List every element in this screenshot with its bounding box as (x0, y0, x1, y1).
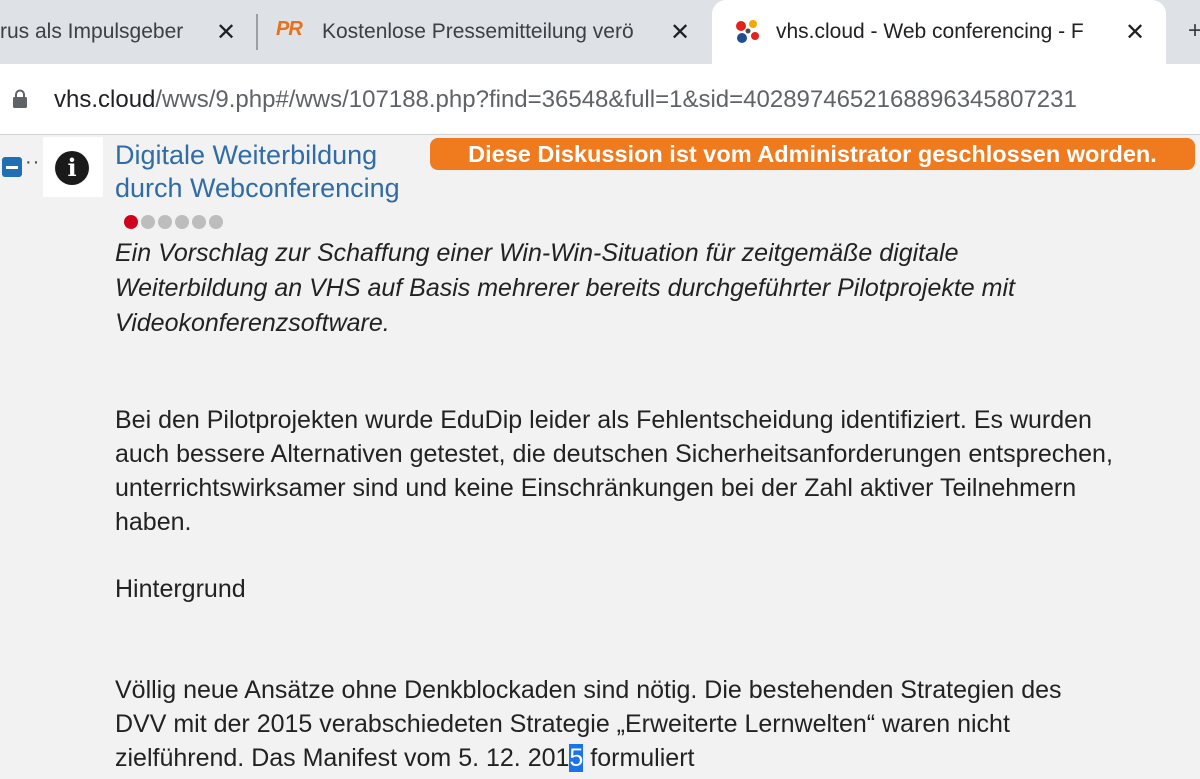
tab-pressemitteilung[interactable]: PR Kostenlose Pressemitteilung verö ✕ (260, 0, 710, 64)
rating-dot[interactable] (141, 215, 155, 229)
info-button[interactable]: i (43, 137, 103, 197)
close-tab-icon[interactable]: ✕ (211, 17, 241, 47)
discussion-title-link[interactable]: Digitale Weiterbildung durch Webconferen… (115, 139, 425, 205)
new-tab-icon[interactable]: + (1188, 17, 1200, 45)
rating-dot[interactable] (192, 215, 206, 229)
address-bar-row: vhs.cloud/wws/9.php#/wws/107188.php?find… (0, 64, 1200, 135)
tree-connector-dots: ·· (25, 151, 41, 173)
rating-dot-filled[interactable] (124, 215, 138, 229)
tab-impulsgeber[interactable]: rus als Impulsgeber ✕ (0, 0, 255, 64)
close-tab-icon[interactable]: ✕ (665, 17, 695, 47)
page-content: ·· i Digitale Weiterbildung durch Webcon… (0, 135, 1200, 779)
paragraph-pilotprojekte: Bei den Pilotprojekten wurde EduDip leid… (115, 406, 1113, 536)
paragraph-text: formuliert (583, 744, 695, 772)
pr-favicon-icon: PR (276, 18, 303, 40)
selected-text: 5 (569, 744, 584, 772)
tab-title: vhs.cloud - Web conferencing - F (776, 20, 1084, 43)
close-tab-icon[interactable]: ✕ (1120, 17, 1150, 47)
rating-dot[interactable] (175, 215, 189, 229)
tab-title: Kostenlose Pressemitteilung verö (322, 20, 634, 43)
url-path: /wws/9.php#/wws/107188.php?find=36548&fu… (155, 86, 1077, 113)
info-icon: i (55, 151, 89, 185)
closed-notice-badge: Diese Diskussion ist vom Administrator g… (430, 138, 1195, 170)
discussion-abstract: Ein Vorschlag zur Schaffung einer Win-Wi… (115, 239, 1015, 337)
tab-title: rus als Impulsgeber (0, 20, 184, 43)
url-domain: vhs.cloud (54, 86, 156, 113)
rating-dot[interactable] (158, 215, 172, 229)
tab-strip: rus als Impulsgeber ✕ PR Kostenlose Pres… (0, 0, 1200, 64)
vhs-cloud-favicon-icon (736, 20, 759, 43)
rating-dot[interactable] (209, 215, 223, 229)
paragraph-strategien: Völlig neue Ansätze ohne Denkblockaden s… (115, 673, 1115, 775)
tab-vhs-cloud-active[interactable]: vhs.cloud - Web conferencing - F ✕ (712, 0, 1166, 64)
lock-icon[interactable] (12, 89, 28, 109)
rating-dots[interactable] (124, 215, 223, 229)
address-bar-url[interactable]: vhs.cloud/wws/9.php#/wws/107188.php?find… (54, 86, 1077, 114)
heading-hintergrund: Hintergrund (115, 575, 246, 603)
tab-separator (256, 14, 258, 50)
collapse-toggle-icon[interactable] (2, 157, 22, 177)
